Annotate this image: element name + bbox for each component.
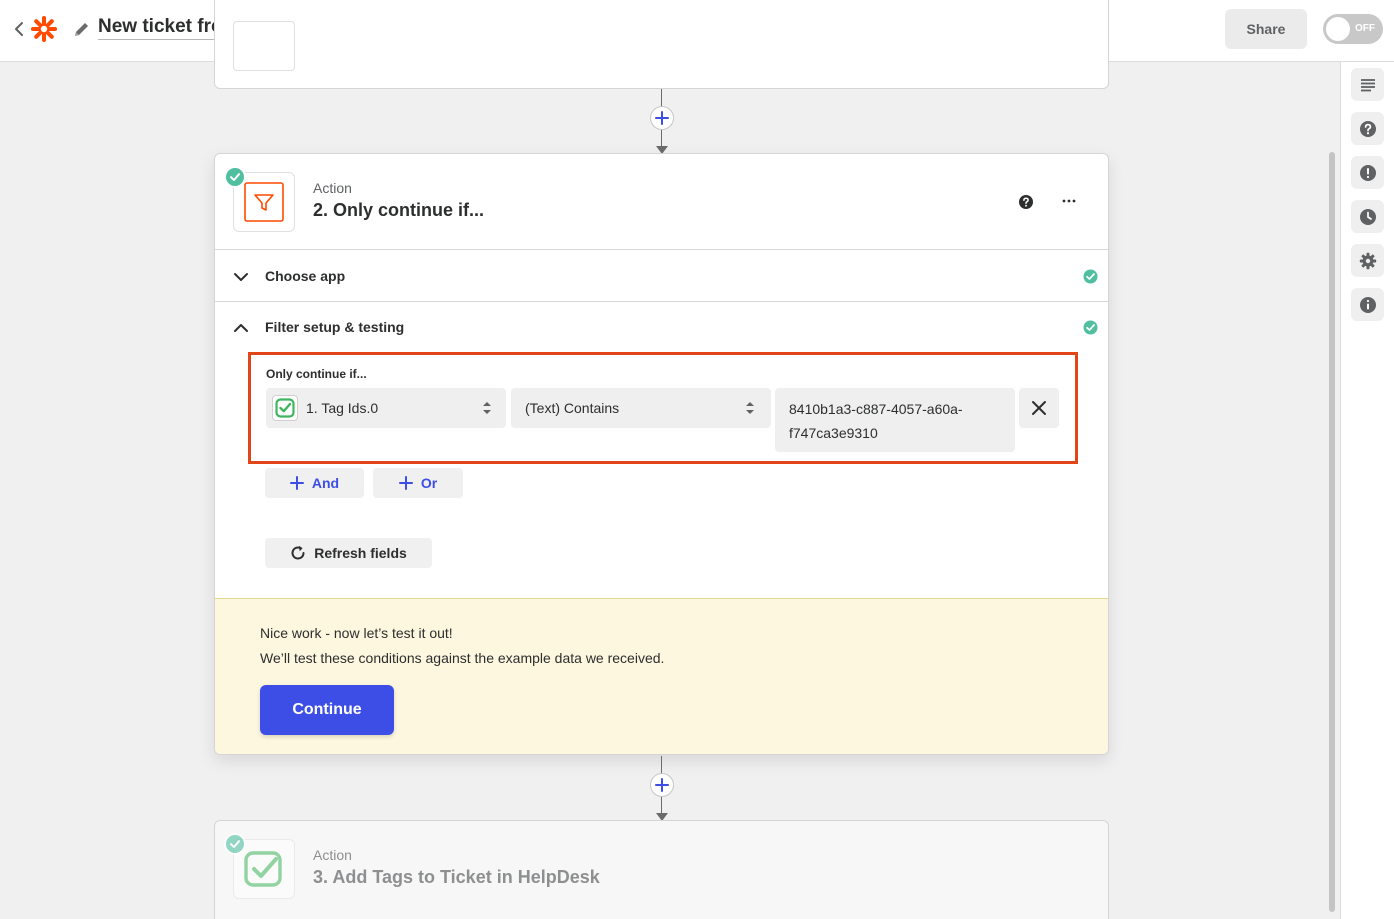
continue-button[interactable]: Continue <box>260 685 394 735</box>
step-2-card: Action 2. Only continue if... Choose app… <box>214 153 1109 755</box>
filter-field-value: 1. Tag Ids.0 <box>306 400 379 416</box>
step-2-header[interactable]: Action 2. Only continue if... <box>215 154 1108 250</box>
add-step-plus-icon[interactable] <box>650 773 674 797</box>
filter-condition-select[interactable]: (Text) Contains <box>511 388 771 428</box>
section-filter-setup[interactable]: Filter setup & testing <box>215 302 1108 353</box>
add-step-plus-icon[interactable] <box>650 106 674 130</box>
add-or-condition-button[interactable]: Or <box>373 468 463 498</box>
or-label: Or <box>420 475 438 491</box>
more-options-icon[interactable] <box>1060 193 1078 209</box>
select-arrows-icon <box>745 400 755 416</box>
refresh-label: Refresh fields <box>314 545 407 561</box>
section-complete-check-icon <box>1083 320 1098 335</box>
section-choose-app[interactable]: Choose app <box>215 251 1108 302</box>
step-title[interactable]: 2. Only continue if... <box>313 200 484 221</box>
plus-icon <box>398 476 413 490</box>
filter-condition-value: (Text) Contains <box>525 400 620 416</box>
scrollbar-thumb[interactable] <box>1329 152 1335 912</box>
helpdesk-app-icon <box>272 395 298 421</box>
section-complete-check-icon <box>1083 269 1098 284</box>
filter-condition-group: Only continue if... 1. Tag Ids.0 (Text) … <box>248 352 1078 464</box>
filter-group-label: Only continue if... <box>266 367 367 381</box>
back-chevron-icon[interactable] <box>10 17 30 41</box>
step-1-card[interactable] <box>214 0 1109 89</box>
step-title[interactable]: 3. Add Tags to Ticket in HelpDesk <box>313 867 600 888</box>
remove-condition-close-icon[interactable] <box>1019 388 1059 428</box>
test-prompt-description: We’ll test these conditions against the … <box>260 650 665 666</box>
and-label: And <box>311 475 340 491</box>
refresh-fields-button[interactable]: Refresh fields <box>265 538 432 568</box>
zapier-logo-icon[interactable] <box>30 15 58 43</box>
filter-field-select[interactable]: 1. Tag Ids.0 <box>266 388 506 428</box>
step-type-label: Action <box>313 847 352 863</box>
filter-value-input[interactable]: 8410b1a3-c887-4057-a60a-f747ca3e9310 <box>775 388 1015 452</box>
toggle-knob <box>1326 17 1350 41</box>
right-sidebar <box>1340 62 1394 919</box>
step-complete-check-icon <box>224 833 246 855</box>
select-arrows-icon <box>482 400 492 416</box>
outline-icon[interactable] <box>1351 68 1384 101</box>
pencil-icon[interactable] <box>72 19 92 39</box>
refresh-icon <box>291 545 305 560</box>
toggle-state-label: OFF <box>1355 23 1375 34</box>
test-prompt-panel: Nice work - now let’s test it out! We’ll… <box>215 598 1108 754</box>
clock-icon[interactable] <box>1351 200 1384 233</box>
plus-icon <box>289 476 304 490</box>
add-and-condition-button[interactable]: And <box>265 468 364 498</box>
test-prompt-heading: Nice work - now let’s test it out! <box>260 625 453 641</box>
step-complete-check-icon <box>224 166 246 188</box>
gear-icon[interactable] <box>1351 244 1384 277</box>
zap-on-off-toggle[interactable]: OFF <box>1323 14 1383 44</box>
alert-icon[interactable] <box>1351 156 1384 189</box>
info-icon[interactable] <box>1351 288 1384 321</box>
section-label: Choose app <box>265 268 346 284</box>
step-help-icon[interactable] <box>1018 194 1034 210</box>
share-button[interactable]: Share <box>1225 9 1307 49</box>
step-1-app-icon <box>233 21 295 71</box>
chevron-up-icon <box>233 320 249 336</box>
section-label: Filter setup & testing <box>265 319 405 335</box>
step-type-label: Action <box>313 180 352 196</box>
step-3-card[interactable]: Action 3. Add Tags to Ticket in HelpDesk <box>214 820 1109 919</box>
chevron-down-icon <box>233 269 249 285</box>
help-icon[interactable] <box>1351 112 1384 145</box>
scrollbar[interactable] <box>1326 62 1338 919</box>
